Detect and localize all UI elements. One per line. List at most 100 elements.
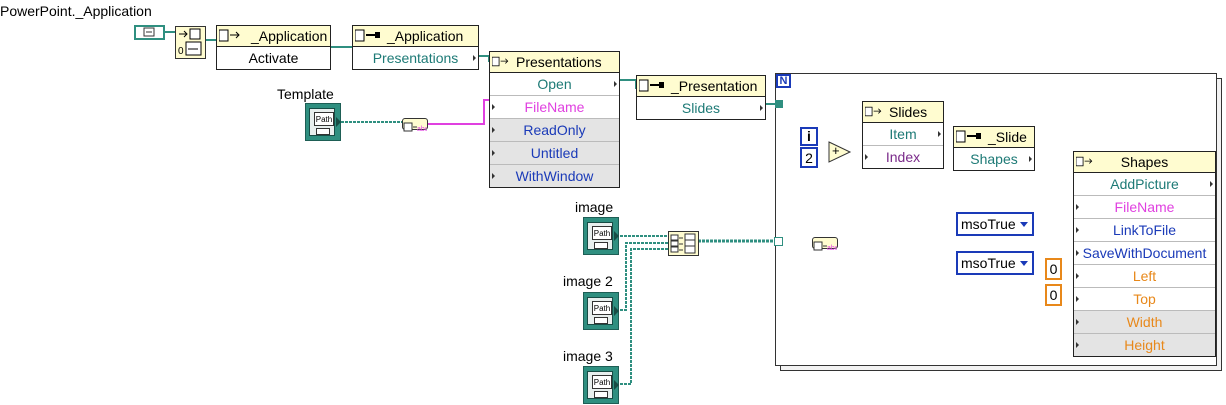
- node-header: Presentations: [516, 54, 602, 70]
- property-icon: [355, 29, 380, 42]
- row-label: Left: [1132, 268, 1157, 284]
- row-label: Top: [1133, 291, 1156, 307]
- node-header: Slides: [889, 104, 928, 120]
- wire-image3: [620, 248, 668, 385]
- param-index[interactable]: Index: [863, 146, 943, 168]
- path-to-string-icon: abc: [403, 122, 429, 133]
- svg-text:0: 0: [178, 46, 184, 57]
- param-filename[interactable]: FileName: [1074, 196, 1215, 219]
- input-terminal: [1076, 342, 1079, 348]
- automation-open-icon: 0: [178, 28, 202, 57]
- left-constant[interactable]: 0: [1045, 258, 1062, 280]
- input-terminal: [1076, 204, 1079, 210]
- image2-path-control[interactable]: Path: [583, 292, 619, 330]
- presentations-open-node[interactable]: Presentations Open FileName ReadOnly Unt…: [489, 51, 620, 188]
- input-terminal: [492, 104, 495, 110]
- method-addpicture[interactable]: AddPicture: [1074, 173, 1215, 196]
- output-terminal: [1210, 181, 1213, 187]
- loop-count-terminal[interactable]: N: [776, 74, 791, 88]
- path-to-string-converter[interactable]: abc: [812, 237, 839, 252]
- top-constant[interactable]: 0: [1045, 284, 1062, 306]
- row-label: Item: [889, 126, 917, 142]
- chevron-down-icon: [1020, 222, 1028, 227]
- output-terminal: [938, 131, 941, 137]
- node-header: _Slide: [988, 129, 1027, 145]
- wire-open-to-presentation: [620, 79, 637, 89]
- param-withwindow[interactable]: WithWindow: [490, 165, 619, 187]
- input-terminal: [865, 154, 868, 160]
- param-savewithdocument[interactable]: SaveWithDocument: [1074, 242, 1215, 265]
- linktofile-ring[interactable]: msoTrue: [956, 212, 1034, 236]
- slide-property-node[interactable]: _Slide Shapes: [953, 126, 1035, 171]
- add-symbol: +: [832, 143, 840, 158]
- input-terminal: [1076, 227, 1079, 233]
- row-label: Width: [1126, 314, 1163, 330]
- constant-two[interactable]: 2: [800, 147, 818, 168]
- node-header: _Presentation: [671, 78, 758, 94]
- param-filename[interactable]: FileName: [490, 96, 619, 119]
- row-label: LinkToFile: [1112, 222, 1177, 238]
- image3-label: image 3: [563, 348, 613, 364]
- method-activate[interactable]: Activate: [217, 47, 330, 69]
- template-path-control[interactable]: Path: [305, 103, 341, 141]
- node-header: _Application: [387, 28, 464, 44]
- node-header: _Application: [251, 28, 328, 44]
- method-icon: [1076, 156, 1093, 167]
- method-item[interactable]: Item: [863, 123, 943, 146]
- input-terminal: [1076, 296, 1079, 302]
- output-terminal: [614, 306, 619, 316]
- ring-value: msoTrue: [961, 216, 1016, 232]
- loop-tunnel: [775, 100, 783, 108]
- param-linktofile[interactable]: LinkToFile: [1074, 219, 1215, 242]
- method-icon: [219, 29, 240, 42]
- automation-open-node[interactable]: 0: [175, 26, 206, 59]
- path-to-string-converter[interactable]: abc: [402, 118, 429, 133]
- output-terminal: [760, 105, 763, 111]
- wire-template-string: [428, 99, 489, 125]
- method-open[interactable]: Open: [490, 73, 619, 96]
- path-browse-icon: [316, 128, 330, 135]
- build-array-icon: [670, 233, 696, 254]
- property-slides[interactable]: Slides: [637, 97, 765, 119]
- param-left[interactable]: Left: [1074, 265, 1215, 288]
- application-activate-node[interactable]: _Application Activate: [216, 25, 331, 70]
- param-height[interactable]: Height: [1074, 334, 1215, 356]
- row-label: FileName: [524, 99, 585, 115]
- shapes-addpicture-node[interactable]: Shapes AddPicture FileName LinkToFile Sa…: [1073, 151, 1216, 357]
- param-top[interactable]: Top: [1074, 288, 1215, 311]
- param-width[interactable]: Width: [1074, 311, 1215, 334]
- method-icon: [492, 56, 509, 67]
- path-text: Path: [314, 112, 334, 126]
- property-presentations[interactable]: Presentations: [353, 47, 478, 69]
- wire-image2: [620, 242, 668, 311]
- property-shapes[interactable]: Shapes: [954, 148, 1034, 170]
- method-icon: [865, 106, 882, 117]
- template-label: Template: [277, 86, 334, 102]
- svg-text:abc: abc: [827, 245, 837, 251]
- output-terminal: [614, 231, 619, 241]
- wire-prop-to-presentations: [478, 55, 490, 62]
- savewithdocument-ring[interactable]: msoTrue: [956, 251, 1034, 275]
- slides-item-node[interactable]: Slides Item Index: [862, 101, 944, 169]
- path-text: Path: [592, 301, 612, 315]
- property-icon: [639, 79, 664, 92]
- row-label: Open: [537, 76, 572, 92]
- output-terminal: [614, 81, 617, 87]
- param-untitled[interactable]: Untitled: [490, 142, 619, 165]
- iteration-terminal: i: [800, 127, 818, 146]
- path-text: Path: [592, 226, 612, 240]
- row-label: FileName: [1114, 199, 1175, 215]
- property-icon: [956, 130, 981, 143]
- row-label: Untitled: [530, 145, 579, 161]
- application-property-node[interactable]: _Application Presentations: [352, 25, 479, 70]
- presentation-property-node[interactable]: _Presentation Slides: [636, 75, 766, 120]
- svg-text:abc: abc: [417, 126, 427, 132]
- image2-label: image 2: [563, 273, 613, 289]
- image1-path-control[interactable]: Path: [583, 217, 619, 255]
- param-readonly[interactable]: ReadOnly: [490, 119, 619, 142]
- refnum-icon: [143, 27, 155, 37]
- row-label: Presentations: [372, 50, 459, 66]
- build-array-node[interactable]: [668, 231, 699, 256]
- app-refnum-constant[interactable]: [134, 25, 165, 40]
- image3-path-control[interactable]: Path: [583, 366, 619, 404]
